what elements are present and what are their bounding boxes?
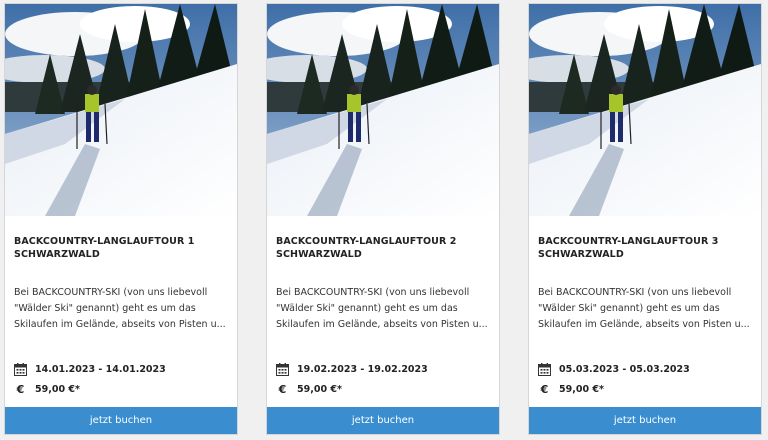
calendar-icon <box>538 363 551 376</box>
tour-card-list: BACKCOUNTRY-LANGLAUFTOUR 1 SCHWARZWALD B… <box>0 0 768 440</box>
tour-price-value: 59,00 €* <box>559 384 604 395</box>
tour-photo[interactable] <box>5 4 237 216</box>
tour-photo[interactable] <box>529 4 761 216</box>
tour-title-line: SCHWARZWALD <box>538 249 624 260</box>
tour-title-line: BACKCOUNTRY-LANGLAUFTOUR 1 <box>14 236 195 247</box>
tour-photo[interactable] <box>267 4 499 216</box>
tour-description: Bei BACKCOUNTRY-SKI (von uns liebevoll "… <box>14 285 232 333</box>
tour-title-line: BACKCOUNTRY-LANGLAUFTOUR 3 <box>538 236 719 247</box>
euro-icon: € <box>540 383 549 396</box>
book-button[interactable]: jetzt buchen <box>5 407 237 434</box>
tour-description: Bei BACKCOUNTRY-SKI (von uns liebevoll "… <box>538 285 756 333</box>
tour-card[interactable]: BACKCOUNTRY-LANGLAUFTOUR 2 SCHWARZWALD B… <box>266 3 500 435</box>
tour-card[interactable]: BACKCOUNTRY-LANGLAUFTOUR 3 SCHWARZWALD B… <box>528 3 762 435</box>
euro-icon: € <box>278 383 287 396</box>
tour-price: € 59,00 €* <box>14 383 80 396</box>
tour-title-line: SCHWARZWALD <box>14 249 100 260</box>
tour-description: Bei BACKCOUNTRY-SKI (von uns liebevoll "… <box>276 285 494 333</box>
tour-price: € 59,00 €* <box>276 383 342 396</box>
tour-title[interactable]: BACKCOUNTRY-LANGLAUFTOUR 1 SCHWARZWALD <box>14 235 229 261</box>
book-button[interactable]: jetzt buchen <box>529 407 761 434</box>
book-button[interactable]: jetzt buchen <box>267 407 499 434</box>
tour-title-line: SCHWARZWALD <box>276 249 362 260</box>
tour-description-line: Skilaufen im Gelände, abseits von Pisten… <box>538 319 750 330</box>
tour-description-line: "Wälder Ski" genannt) geht es um das <box>538 303 720 314</box>
tour-date: 14.01.2023 - 14.01.2023 <box>14 363 166 376</box>
tour-description-line: Bei BACKCOUNTRY-SKI (von uns liebevoll <box>14 287 208 298</box>
calendar-icon <box>276 363 289 376</box>
tour-date: 19.02.2023 - 19.02.2023 <box>276 363 428 376</box>
tour-price-value: 59,00 €* <box>297 384 342 395</box>
tour-description-line: Skilaufen im Gelände, abseits von Pisten… <box>276 319 488 330</box>
tour-card[interactable]: BACKCOUNTRY-LANGLAUFTOUR 1 SCHWARZWALD B… <box>4 3 238 435</box>
tour-description-line: Bei BACKCOUNTRY-SKI (von uns liebevoll <box>276 287 470 298</box>
tour-description-line: "Wälder Ski" genannt) geht es um das <box>14 303 196 314</box>
tour-date-range: 14.01.2023 - 14.01.2023 <box>35 364 166 375</box>
tour-description-line: Skilaufen im Gelände, abseits von Pisten… <box>14 319 226 330</box>
tour-description-line: "Wälder Ski" genannt) geht es um das <box>276 303 458 314</box>
euro-icon: € <box>16 383 25 396</box>
tour-title-line: BACKCOUNTRY-LANGLAUFTOUR 2 <box>276 236 457 247</box>
tour-date: 05.03.2023 - 05.03.2023 <box>538 363 690 376</box>
calendar-icon <box>14 363 27 376</box>
tour-title[interactable]: BACKCOUNTRY-LANGLAUFTOUR 2 SCHWARZWALD <box>276 235 491 261</box>
tour-date-range: 19.02.2023 - 19.02.2023 <box>297 364 428 375</box>
tour-price-value: 59,00 €* <box>35 384 80 395</box>
tour-price: € 59,00 €* <box>538 383 604 396</box>
tour-title[interactable]: BACKCOUNTRY-LANGLAUFTOUR 3 SCHWARZWALD <box>538 235 753 261</box>
tour-description-line: Bei BACKCOUNTRY-SKI (von uns liebevoll <box>538 287 732 298</box>
tour-date-range: 05.03.2023 - 05.03.2023 <box>559 364 690 375</box>
